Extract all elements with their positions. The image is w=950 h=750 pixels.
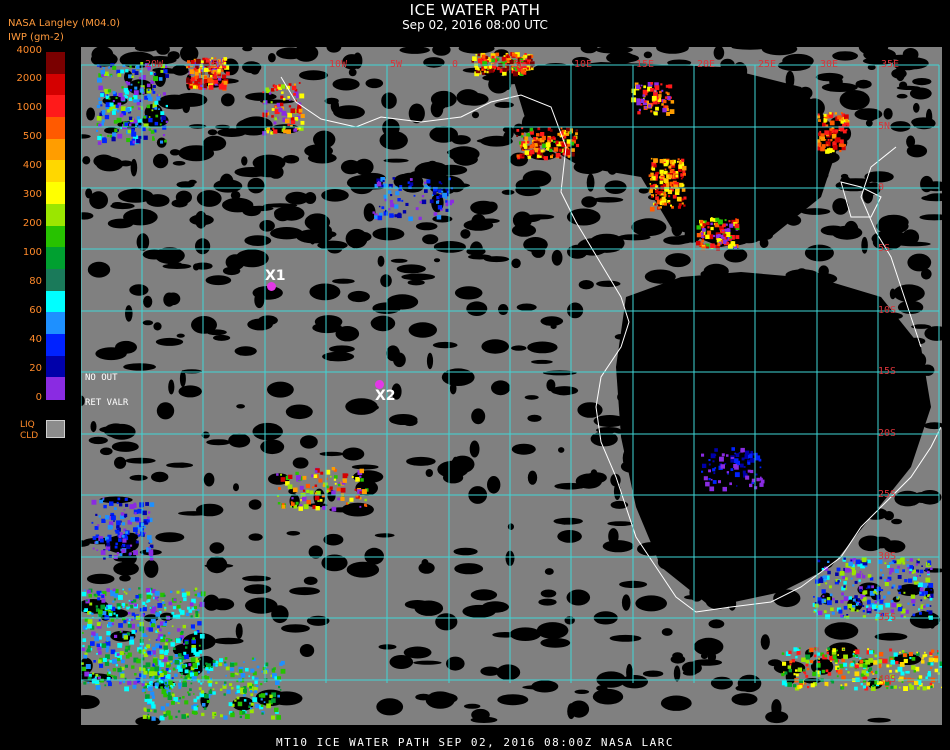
no-out-note: NO OUT [85, 373, 118, 383]
lon-label: 20E [697, 59, 716, 70]
legend-tick: 40 [29, 334, 42, 345]
map-title: ICE WATER PATH [409, 1, 541, 19]
units-label: IWP (gm-2) [8, 32, 64, 43]
lat-label: 35S [878, 612, 897, 623]
legend-swatch [46, 377, 65, 400]
legend-tick: 1000 [16, 102, 42, 113]
lon-label: 25E [758, 59, 777, 70]
legend-tick: 500 [22, 131, 42, 142]
legend-swatch [46, 95, 65, 118]
legend-swatch [46, 160, 65, 183]
legend-swatch [46, 290, 65, 313]
cirrus-band-south [141, 657, 286, 721]
lon-label: 5E [513, 59, 526, 70]
map-canvas [81, 47, 942, 725]
lat-label: 20S [878, 428, 897, 439]
lat-label: 0 [878, 182, 885, 193]
lat-label: 25S [878, 489, 897, 500]
lat-label: 10S [878, 305, 897, 316]
lon-label: 10W [329, 59, 348, 70]
lon-label: 20W [145, 59, 164, 70]
lon-label: 5W [390, 59, 403, 70]
legend-swatch [46, 138, 65, 161]
lon-label: 15W [206, 59, 225, 70]
lon-label: 35E [881, 59, 900, 70]
lat-label: 40S [878, 674, 897, 685]
legend-tick: 200 [22, 218, 42, 229]
lat-label: 15S [878, 366, 897, 377]
lon-label: 10E [574, 59, 593, 70]
legend-tick: 2000 [16, 73, 42, 84]
legend-swatch [46, 333, 65, 357]
lat-label: 5S [878, 243, 891, 254]
legend-swatch [46, 247, 65, 270]
legend-tick: 60 [29, 305, 42, 316]
marker-x2-label: X2 [375, 388, 396, 404]
liq-cld-label: LIQ CLD [20, 420, 39, 441]
legend-swatch [46, 225, 65, 248]
legend-tick: 0 [35, 392, 42, 403]
source-label: NASA Langley (M04.0) [8, 18, 120, 29]
lon-label: 0 [452, 59, 459, 70]
marker-x1-label: X1 [265, 268, 286, 284]
satellite-map[interactable]: 20W 15W 10W 5W 0 5E 10E 15E 20E 25E 30E 35E 5N 0 5S 10… [81, 47, 942, 725]
map-datetime: Sep 02, 2016 08:00 UTC [402, 18, 548, 32]
ret-valr-note: RET VALR [85, 398, 129, 408]
lat-label: 5N [878, 121, 891, 132]
legend-swatch [46, 182, 65, 205]
legend-tick: 80 [29, 276, 42, 287]
legend-tick: 4000 [16, 45, 42, 56]
lon-label: 15E [636, 59, 655, 70]
legend-swatch [46, 268, 65, 292]
legend-swatch [46, 203, 65, 226]
footer-caption: MT10 ICE WATER PATH SEP 02, 2016 08:00Z … [275, 736, 674, 749]
legend-tick: 400 [22, 160, 42, 171]
legend-tick: 300 [22, 189, 42, 200]
legend-swatch [46, 117, 65, 140]
legend-swatch [46, 355, 65, 378]
legend-tick: 100 [22, 247, 42, 258]
legend-swatch [46, 52, 65, 75]
liq-cld-swatch [46, 420, 65, 438]
lon-label: 30E [820, 59, 839, 70]
lat-label: 30S [878, 551, 897, 562]
legend-swatch [46, 312, 65, 335]
legend-swatch [46, 73, 65, 96]
legend-tick: 20 [29, 363, 42, 374]
